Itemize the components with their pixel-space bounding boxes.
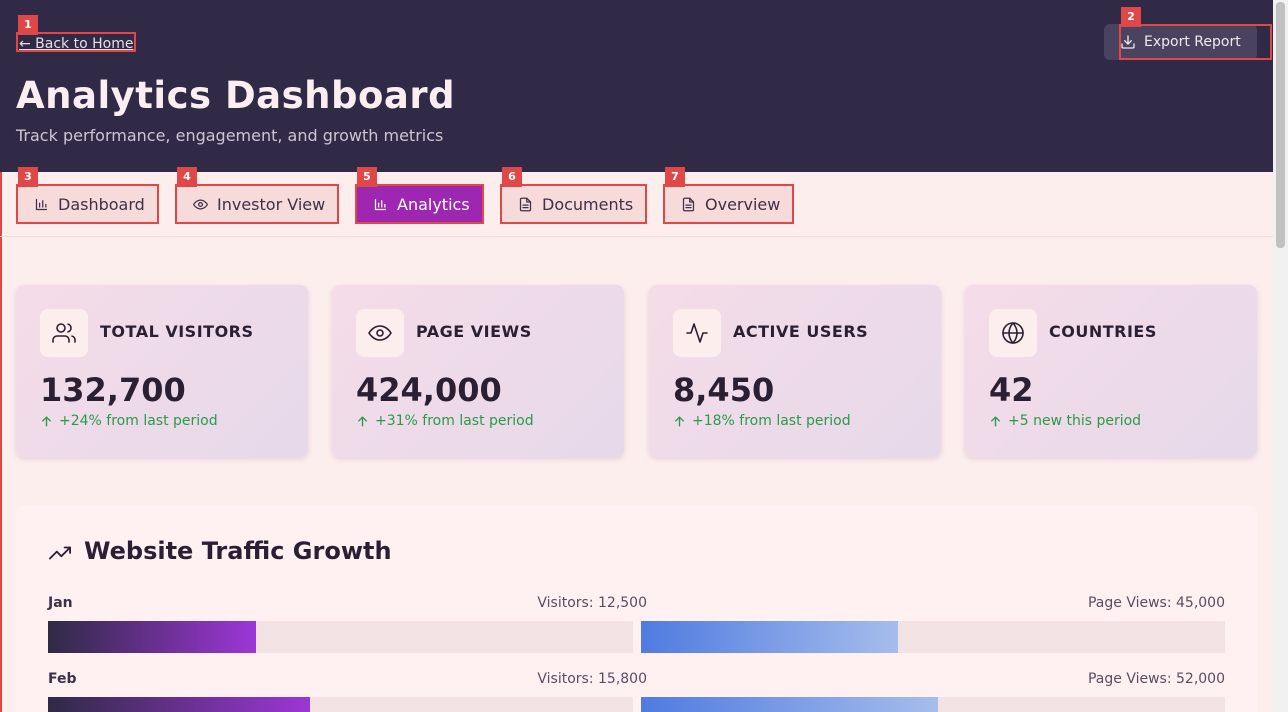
views-bar-fill: [641, 697, 938, 712]
visitors-bar-fill: [48, 621, 256, 653]
page-title: Analytics Dashboard: [16, 74, 456, 117]
stat-change-text: +31% from last period: [375, 413, 534, 429]
stat-label: PAGE VIEWS: [416, 322, 532, 341]
annotation-badge: 4: [177, 167, 197, 187]
tab-label: Documents: [542, 194, 634, 214]
visitors-bar-track: [48, 697, 633, 712]
arrow-up-icon: [358, 415, 367, 427]
views-bar-track: [641, 697, 1225, 712]
stat-card-total-visitors: TOTAL VISITORS 132,700 +24% from last pe…: [16, 285, 308, 457]
stat-change-text: +5 new this period: [1008, 413, 1142, 429]
stat-change: +5 new this period: [989, 413, 1141, 429]
traffic-title: Website Traffic Growth: [84, 537, 392, 565]
stat-change-text: +18% from last period: [692, 413, 851, 429]
trending-up-icon: [49, 546, 71, 560]
stat-value: 424,000: [356, 371, 502, 409]
stat-value: 8,450: [673, 371, 775, 409]
tab-label: Investor View: [217, 194, 326, 214]
activity-icon: [673, 309, 721, 357]
views-bar-track: [641, 621, 1225, 653]
vertical-scrollbar[interactable]: [1273, 0, 1288, 712]
traffic-month-label: Jan: [48, 595, 73, 611]
tab-label: Overview: [705, 194, 781, 214]
annotation-badge: 6: [502, 167, 522, 187]
tab-label: Analytics: [397, 194, 470, 214]
stat-value: 132,700: [40, 371, 186, 409]
annotation-badge: 3: [18, 167, 38, 187]
page-header: ← Back to Home Export Report Analytics D…: [0, 0, 1273, 172]
eye-icon: [193, 198, 208, 210]
annotation-badge: 5: [357, 167, 377, 187]
traffic-visitors-label: Visitors: 12,500: [537, 595, 647, 611]
annotation-badge: 7: [665, 167, 685, 187]
document-icon: [519, 197, 532, 211]
scrollbar-thumb[interactable]: [1276, 2, 1285, 248]
stat-change: +31% from last period: [356, 413, 534, 429]
stat-label: COUNTRIES: [1049, 322, 1157, 341]
export-report-button[interactable]: Export Report: [1104, 24, 1257, 60]
bar-chart-icon: [35, 198, 48, 210]
stat-card-page-views: PAGE VIEWS 424,000 +31% from last period: [332, 285, 624, 457]
visitors-bar-fill: [48, 697, 311, 712]
arrow-up-icon: [675, 415, 684, 427]
arrow-up-icon: [991, 415, 1000, 427]
globe-icon: [989, 309, 1037, 357]
views-bar-fill: [641, 621, 898, 653]
tab-documents[interactable]: Documents: [500, 184, 647, 224]
download-icon: [1121, 35, 1135, 49]
stat-card-active-users: ACTIVE USERS 8,450 +18% from last period: [649, 285, 941, 457]
traffic-visitors-label: Visitors: 15,800: [537, 671, 647, 687]
visitors-bar-track: [48, 621, 633, 653]
traffic-views-label: Page Views: 52,000: [1087, 671, 1225, 687]
annotation-badge: 2: [1121, 7, 1141, 27]
users-icon: [40, 309, 88, 357]
stat-change: +18% from last period: [673, 413, 851, 429]
tab-label: Dashboard: [58, 194, 145, 214]
stat-label: ACTIVE USERS: [733, 322, 869, 341]
stat-label: TOTAL VISITORS: [100, 322, 254, 341]
tab-investor-view[interactable]: Investor View: [175, 184, 339, 224]
arrow-up-icon: [42, 415, 51, 427]
tab-dashboard[interactable]: Dashboard: [16, 184, 159, 224]
document-icon: [682, 197, 695, 211]
traffic-month-label: Feb: [48, 671, 77, 687]
tab-overview[interactable]: Overview: [663, 184, 794, 224]
stat-change-text: +24% from last period: [59, 413, 218, 429]
traffic-views-label: Page Views: 45,000: [1087, 595, 1225, 611]
tab-analytics[interactable]: Analytics: [355, 184, 484, 224]
stat-card-countries: COUNTRIES 42 +5 new this period: [965, 285, 1257, 457]
bar-chart-icon: [374, 198, 387, 210]
stat-change: +24% from last period: [40, 413, 218, 429]
annotation-badge: 1: [18, 15, 38, 35]
export-report-label: Export Report: [1144, 34, 1241, 50]
eye-icon: [356, 309, 404, 357]
back-to-home-link[interactable]: ← Back to Home: [16, 32, 137, 52]
stat-value: 42: [989, 371, 1034, 409]
page-subtitle: Track performance, engagement, and growt…: [16, 126, 444, 145]
